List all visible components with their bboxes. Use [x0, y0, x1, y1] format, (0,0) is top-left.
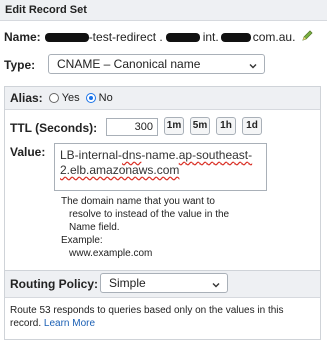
redaction: [165, 32, 200, 42]
ttl-5m-button[interactable]: 5m: [190, 117, 210, 135]
help-text: The domain name that you want to: [61, 196, 215, 207]
panel-title: Edit Record Set: [0, 0, 327, 21]
chevron-down-icon: [211, 277, 221, 295]
help-text: Example:: [61, 235, 103, 246]
routing-selected: Simple: [109, 276, 146, 290]
help-text: www.example.com: [69, 248, 153, 259]
alias-no-radio[interactable]: [85, 93, 96, 103]
learn-more-link[interactable]: Learn More: [44, 318, 95, 329]
name-value-part: int.: [202, 30, 219, 44]
type-select[interactable]: CNAME – Canonical name: [48, 54, 265, 74]
ttl-1d-button[interactable]: 1d: [242, 117, 262, 135]
alias-no-label[interactable]: No: [99, 87, 113, 109]
ttl-1m-button[interactable]: 1m: [164, 117, 184, 135]
alias-header: Alias: Yes No: [5, 87, 320, 110]
type-selected: CNAME – Canonical name: [57, 57, 201, 71]
ttl-1h-button[interactable]: 1h: [216, 117, 236, 135]
redaction: [44, 32, 89, 42]
alias-label: Alias:: [10, 91, 43, 105]
help-text: resolve to instead of the value in the: [69, 209, 230, 220]
value-text: LB-internal-: [60, 148, 123, 162]
value-text: dns: [122, 148, 142, 162]
routing-description: Route 53 responds to queries based only …: [10, 304, 315, 330]
value-label: Value:: [10, 145, 46, 159]
value-textarea[interactable]: LB-internal-dns-name.ap-southeast- 2.elb…: [54, 143, 267, 191]
redaction: [220, 32, 251, 42]
chevron-down-icon: [248, 58, 258, 76]
routing-label: Routing Policy:: [10, 277, 98, 291]
name-row: Name: -test-redirect . int. com.au.: [4, 30, 313, 44]
value-text: -name.: [141, 148, 179, 162]
name-value-part: -test-redirect .: [88, 30, 163, 44]
type-label: Type:: [4, 58, 36, 72]
alias-yes-label[interactable]: Yes: [62, 87, 80, 109]
value-text: 2.elb.amazonaws.com: [60, 163, 180, 177]
alias-yes-radio[interactable]: [48, 93, 59, 103]
ttl-input[interactable]: 300: [106, 118, 158, 136]
ttl-label: TTL (Seconds):: [10, 121, 98, 135]
help-text: Name field.: [69, 222, 120, 233]
name-label: Name:: [4, 30, 41, 44]
routing-select[interactable]: Simple: [100, 273, 228, 293]
pencil-icon[interactable]: [302, 30, 313, 44]
value-text: ap-southeast-: [178, 148, 253, 162]
name-value-part: com.au.: [252, 30, 296, 44]
